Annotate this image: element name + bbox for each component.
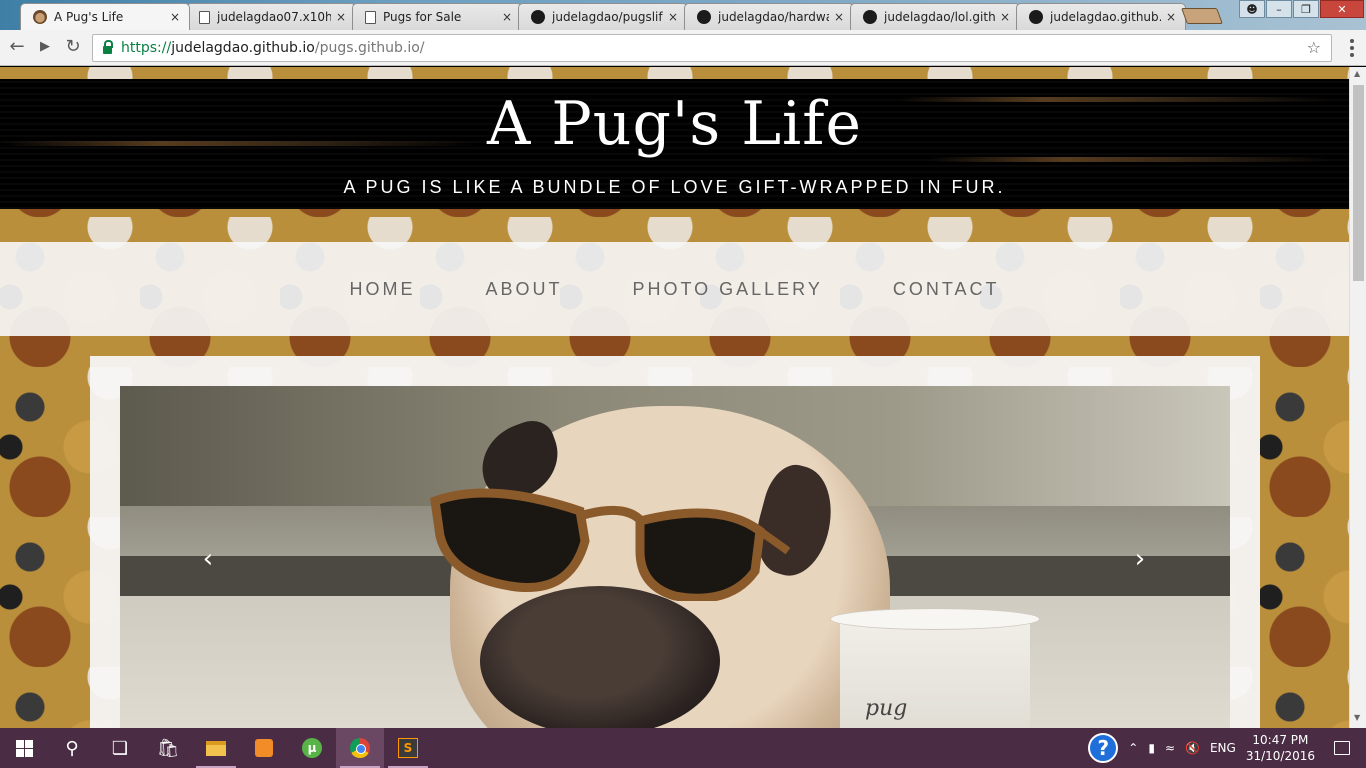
nav-photo-gallery[interactable]: PHOTO GALLERY: [632, 279, 822, 300]
task-view-icon[interactable]: ❏: [96, 728, 144, 768]
close-icon[interactable]: ×: [169, 10, 181, 24]
bookmark-star-icon[interactable]: ☆: [1307, 38, 1321, 57]
wifi-icon[interactable]: ≈: [1165, 741, 1175, 755]
close-icon[interactable]: ×: [833, 10, 845, 24]
utorrent-icon[interactable]: µ: [288, 728, 336, 768]
battery-icon[interactable]: ▮: [1148, 741, 1155, 755]
close-icon[interactable]: ×: [1165, 10, 1177, 24]
pug-favicon-icon: [33, 10, 47, 24]
content-panel: pug ‹ ›: [90, 356, 1260, 728]
main-nav: HOME ABOUT PHOTO GALLERY CONTACT: [0, 242, 1349, 336]
image-carousel[interactable]: pug ‹ ›: [120, 386, 1230, 728]
chrome-icon[interactable]: [336, 728, 384, 768]
github-icon: [697, 10, 711, 24]
page-viewport: A Pug's Life A PUG IS LIKE A BUNDLE OF L…: [0, 67, 1349, 728]
tab-strip: A Pug's Life × judelagdao07.x10host × Pu…: [0, 0, 1366, 30]
windows-taskbar: ⚲ ❏ 🛍 µ S ? ⌃ ▮ ≈ 🔇 ENG 10:47 PM 31/10/2…: [0, 728, 1366, 768]
media-player-icon[interactable]: [240, 728, 288, 768]
tab-judelagdao07[interactable]: judelagdao07.x10host ×: [186, 3, 356, 30]
tab-title: Pugs for Sale: [383, 10, 462, 24]
tab-github-hardware[interactable]: judelagdao/hardware ×: [684, 3, 854, 30]
scrollbar-thumb[interactable]: [1353, 85, 1364, 281]
browser-toolbar: ← ▶ ↻ https://judelagdao.github.io/pugs.…: [0, 30, 1366, 66]
nav-contact[interactable]: CONTACT: [893, 279, 1000, 300]
tab-title: judelagdao07.x10host: [217, 10, 331, 24]
close-icon[interactable]: ×: [335, 10, 347, 24]
tab-pugs-for-sale[interactable]: Pugs for Sale ×: [352, 3, 522, 30]
document-icon: [199, 10, 210, 24]
scroll-up-icon[interactable]: ▲: [1354, 69, 1360, 78]
tab-title: A Pug's Life: [54, 10, 124, 24]
chrome-menu-icon[interactable]: [1350, 39, 1354, 57]
clock-time: 10:47 PM: [1252, 733, 1309, 747]
github-icon: [863, 10, 877, 24]
url-scheme: https://: [121, 40, 172, 56]
scroll-down-icon[interactable]: ▼: [1354, 713, 1360, 722]
volume-muted-icon[interactable]: 🔇: [1185, 741, 1200, 755]
close-icon[interactable]: ×: [501, 10, 513, 24]
tab-github-pugslife[interactable]: judelagdao/pugslife ×: [518, 3, 688, 30]
url-host: judelagdao.github.io: [171, 40, 315, 56]
system-tray: ? ⌃ ▮ ≈ 🔇 ENG 10:47 PM 31/10/2016: [1083, 728, 1366, 768]
file-explorer-icon[interactable]: [192, 728, 240, 768]
document-icon: [365, 10, 376, 24]
tab-title: judelagdao/lol.github: [884, 10, 995, 24]
start-icon[interactable]: [0, 728, 48, 768]
lock-icon: [103, 40, 113, 54]
address-bar[interactable]: https://judelagdao.github.io/pugs.github…: [92, 34, 1332, 62]
forward-arrow-icon[interactable]: ▶: [34, 36, 56, 58]
github-icon: [1029, 10, 1043, 24]
notifications-icon[interactable]: [1334, 741, 1350, 755]
tab-title: judelagdao/hardware: [718, 10, 829, 24]
github-icon: [531, 10, 545, 24]
tab-a-pugs-life[interactable]: A Pug's Life ×: [20, 3, 190, 30]
clock[interactable]: 10:47 PM 31/10/2016: [1246, 732, 1315, 764]
site-title[interactable]: A Pug's Life: [0, 89, 1349, 159]
window-close-button[interactable]: ✕: [1320, 0, 1364, 18]
back-arrow-icon[interactable]: ←: [6, 36, 28, 58]
search-icon[interactable]: ⚲: [48, 728, 96, 768]
close-icon[interactable]: ×: [667, 10, 679, 24]
carousel-prev-icon[interactable]: ‹: [193, 544, 223, 574]
window-controls: ☻ – ❐ ✕: [1238, 0, 1364, 20]
pug-muzzle: [480, 586, 720, 728]
site-tagline: A PUG IS LIKE A BUNDLE OF LOVE GIFT-WRAP…: [343, 177, 1006, 197]
new-tab-button[interactable]: [1181, 8, 1223, 24]
help-icon[interactable]: ?: [1088, 733, 1119, 763]
minimize-button[interactable]: –: [1266, 0, 1292, 18]
sublime-text-icon[interactable]: S: [384, 728, 432, 768]
close-icon[interactable]: ×: [999, 10, 1011, 24]
sunglasses-graphic: [430, 488, 790, 601]
cup-text: pug: [865, 696, 908, 721]
reload-icon[interactable]: ↻: [62, 36, 84, 58]
coffee-cup-lid: [830, 608, 1040, 630]
nav-about[interactable]: ABOUT: [485, 279, 562, 300]
language-indicator[interactable]: ENG: [1210, 741, 1236, 755]
page-scrollbar[interactable]: ▲ ▼: [1349, 67, 1366, 728]
tab-title: judelagdao/pugslife: [552, 10, 663, 24]
url-path: /pugs.github.io/: [314, 40, 425, 56]
tab-github-io[interactable]: judelagdao.github.io ×: [1016, 3, 1186, 30]
user-icon[interactable]: ☻: [1239, 0, 1265, 18]
tab-title: judelagdao.github.io: [1050, 10, 1161, 24]
store-icon[interactable]: 🛍: [144, 728, 192, 768]
carousel-next-icon[interactable]: ›: [1125, 544, 1155, 574]
chevron-up-icon[interactable]: ⌃: [1128, 741, 1138, 755]
restore-button[interactable]: ❐: [1293, 0, 1319, 18]
tab-github-lol[interactable]: judelagdao/lol.github ×: [850, 3, 1020, 30]
clock-date: 31/10/2016: [1245, 749, 1315, 763]
nav-home[interactable]: HOME: [349, 279, 415, 300]
